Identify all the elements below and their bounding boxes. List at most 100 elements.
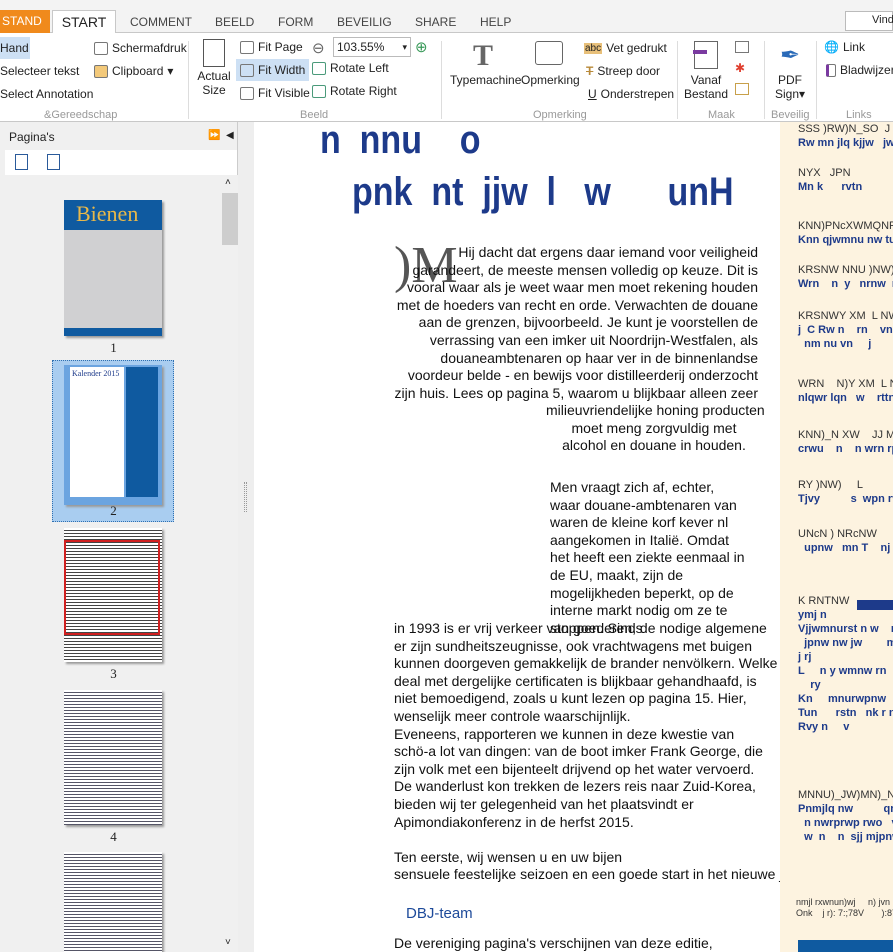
link-button[interactable]: 🌐 Link xyxy=(824,40,865,54)
typewriter-button[interactable]: T Typemachine xyxy=(450,39,521,87)
text-line: niet bemoedigend, zoals u kunt lezen op … xyxy=(394,690,747,707)
side-column-block: K RNTNW ymj n Vjjwmnurst n w r jpnw nw jw … xyxy=(798,594,893,734)
text-line: bieden wij ter gelegenheid van het plaat… xyxy=(394,795,694,812)
globe-icon: 🌐 xyxy=(824,40,839,54)
thumbnail-page-4[interactable] xyxy=(64,690,162,825)
page-number: 4 xyxy=(110,829,117,844)
side-column-line: n nwrprwp rwo vj xyxy=(798,817,893,829)
side-column-line: RY )NW) L xyxy=(798,479,863,491)
thumbnail-page-3[interactable] xyxy=(64,528,162,662)
from-file-button[interactable]: Vanaf Bestand xyxy=(684,41,728,101)
strikethrough-button[interactable]: T Streep door xyxy=(586,64,660,78)
side-column-block: KRSNW NNU )NW) Wrn n y nrnw r xyxy=(798,263,893,291)
side-column-line: Onk j r): 7:;78V ):87 xyxy=(796,908,893,918)
cover-title: Bienen xyxy=(64,200,162,230)
strikethrough-icon: T xyxy=(586,64,594,78)
side-column-line: Tun rstn nk r n xyxy=(798,707,893,719)
enlarge-thumbnails-icon[interactable] xyxy=(15,154,28,170)
text-line: kunnen doorgeven gemakkelijk de brander … xyxy=(394,655,778,672)
zoom-select[interactable]: 103.55% ▾ xyxy=(333,37,411,57)
group-label-comment: Opmerking xyxy=(533,109,587,121)
side-column-line: ry xyxy=(798,679,821,691)
paragraph-2: milieuvriendelijke honing producten moet … xyxy=(546,402,765,455)
select-annotation-button[interactable]: Select Annotation xyxy=(0,87,93,101)
paste-page-icon[interactable] xyxy=(735,83,749,95)
thumbnail-scrollbar[interactable]: ˄ ˅ xyxy=(222,175,238,952)
screenshot-label: Schermafdruk xyxy=(112,41,187,55)
side-column-line: Tjvy s wpn rv xyxy=(798,493,893,505)
paragraph-1: Hij dacht dat ergens daar iemand voor ve… xyxy=(394,244,758,402)
calendar-title: Kalender 2015 xyxy=(70,367,124,497)
paragraph-4: in 1993 is er vrij verkeer van goederen,… xyxy=(394,620,780,884)
chevron-down-icon: ▾ xyxy=(799,87,806,101)
panel-toolbar xyxy=(5,150,237,175)
scroll-thumb[interactable] xyxy=(222,193,238,245)
tab-security[interactable]: BEVEILIG xyxy=(337,11,392,33)
rotate-right-button[interactable]: Rotate Right xyxy=(312,84,397,98)
clipboard-button[interactable]: Clipboard ▾ xyxy=(94,64,173,78)
page-number: 1 xyxy=(110,340,117,355)
group-label-tools: &Gereedschap xyxy=(44,109,118,121)
bookmark-label: Bladwijzer xyxy=(840,63,893,77)
fit-width-button[interactable]: Fit Width xyxy=(236,59,310,81)
text-line: deal met dergelijke certificaten is blij… xyxy=(394,672,757,689)
pdf-sign-button[interactable]: ✒ PDF Sign▾ xyxy=(770,39,810,101)
actual-size-button[interactable]: Actual Size xyxy=(196,39,232,97)
thumbnail-page-1[interactable]: Bienen xyxy=(64,200,162,336)
collapse-panel-icon[interactable]: ◀ xyxy=(226,130,234,141)
reduce-thumbnails-icon[interactable] xyxy=(47,154,60,170)
text-line: Apimondiakonferenz in de herfst 2015. xyxy=(394,813,634,830)
text-line: zijn volk met een bijenteelt drijvend op… xyxy=(394,760,755,777)
fit-width-label: Fit Width xyxy=(258,63,306,77)
side-column-line: KNN)_N XW JJ M xyxy=(798,429,893,441)
tab-share[interactable]: SHARE xyxy=(415,11,456,33)
select-text-button[interactable]: Selecteer tekst xyxy=(0,64,79,78)
zoom-value: 103.55% xyxy=(337,40,385,54)
side-column-line: Pnmjlq nw qn xyxy=(798,803,893,815)
scroll-up-icon[interactable]: ˄ xyxy=(225,177,231,188)
comment-button[interactable]: Opmerking xyxy=(521,39,580,87)
tab-form[interactable]: FORM xyxy=(278,11,313,33)
thumbnail-page-5[interactable] xyxy=(64,852,162,952)
bookmark-icon xyxy=(826,63,836,77)
new-file-icon xyxy=(693,41,718,69)
side-column-line: KRSNWY XM L NW xyxy=(798,310,893,322)
text-line: sensuele feestelijke seizoen en een goed… xyxy=(394,866,780,883)
fit-visible-label: Fit Visible xyxy=(258,86,310,100)
fit-page-button[interactable]: Fit Page xyxy=(240,37,303,57)
text-line: aan de grenzen, bijvoorbeeld. Je kunt je… xyxy=(418,314,758,331)
text-line: vooral waar als je weet waar men moet re… xyxy=(407,279,758,296)
signature: DBJ-team xyxy=(406,905,473,922)
panel-splitter[interactable] xyxy=(238,122,254,952)
side-column-block: KNN)_N XW JJ M crwu n n wrn rp xyxy=(798,428,893,456)
bookmark-button[interactable]: Bladwijzer xyxy=(826,63,893,77)
underline-button[interactable]: U Onderstrepen xyxy=(588,87,674,101)
fit-visible-button[interactable]: Fit Visible xyxy=(240,83,310,103)
tab-file[interactable]: STAND xyxy=(0,10,50,33)
hand-tool-button[interactable]: Hand xyxy=(0,37,30,59)
zoom-out-icon[interactable]: ⊖ xyxy=(312,39,325,57)
text-line: waar douane-ambtenaren van xyxy=(550,496,737,513)
comment-icon xyxy=(535,41,563,65)
pdf-sign-label: PDF Sign xyxy=(774,73,802,101)
rotate-left-button[interactable]: Rotate Left xyxy=(312,61,389,75)
chevron-down-icon: ▾ xyxy=(402,41,407,52)
tab-start[interactable]: START xyxy=(52,10,116,34)
side-column-line: Knn qjwmnu nw tun xyxy=(798,234,893,246)
scroll-down-icon[interactable]: ˅ xyxy=(225,937,231,948)
text-line: schö-a lot van dingen: van de boot imker… xyxy=(394,743,763,760)
thumbnail-page-2[interactable]: Kalender 2015 xyxy=(64,365,162,505)
tab-help[interactable]: HELP xyxy=(480,11,511,33)
expand-panel-icon[interactable]: ⏩ xyxy=(208,130,220,141)
ribbon-tabs: STAND START COMMENT BEELD FORM BEVEILIG … xyxy=(0,9,893,34)
zoom-in-icon[interactable]: ⊕ xyxy=(415,38,428,56)
screenshot-button[interactable]: Schermafdruk xyxy=(94,41,187,55)
bold-button[interactable]: abc Vet gedrukt xyxy=(584,41,667,55)
text-line: Men vraagt zich af, echter, xyxy=(550,479,715,495)
find-input[interactable]: Vind xyxy=(845,11,893,31)
side-column-block: MNNU)_JW)MN)_N Pnmjlq nw qn n nwrprwp rwo… xyxy=(798,788,893,844)
tab-view[interactable]: BEELD xyxy=(215,11,254,33)
convert-icon[interactable] xyxy=(735,41,749,53)
tab-comment[interactable]: COMMENT xyxy=(130,11,192,33)
blank-page-icon[interactable]: ✱ xyxy=(735,61,745,75)
